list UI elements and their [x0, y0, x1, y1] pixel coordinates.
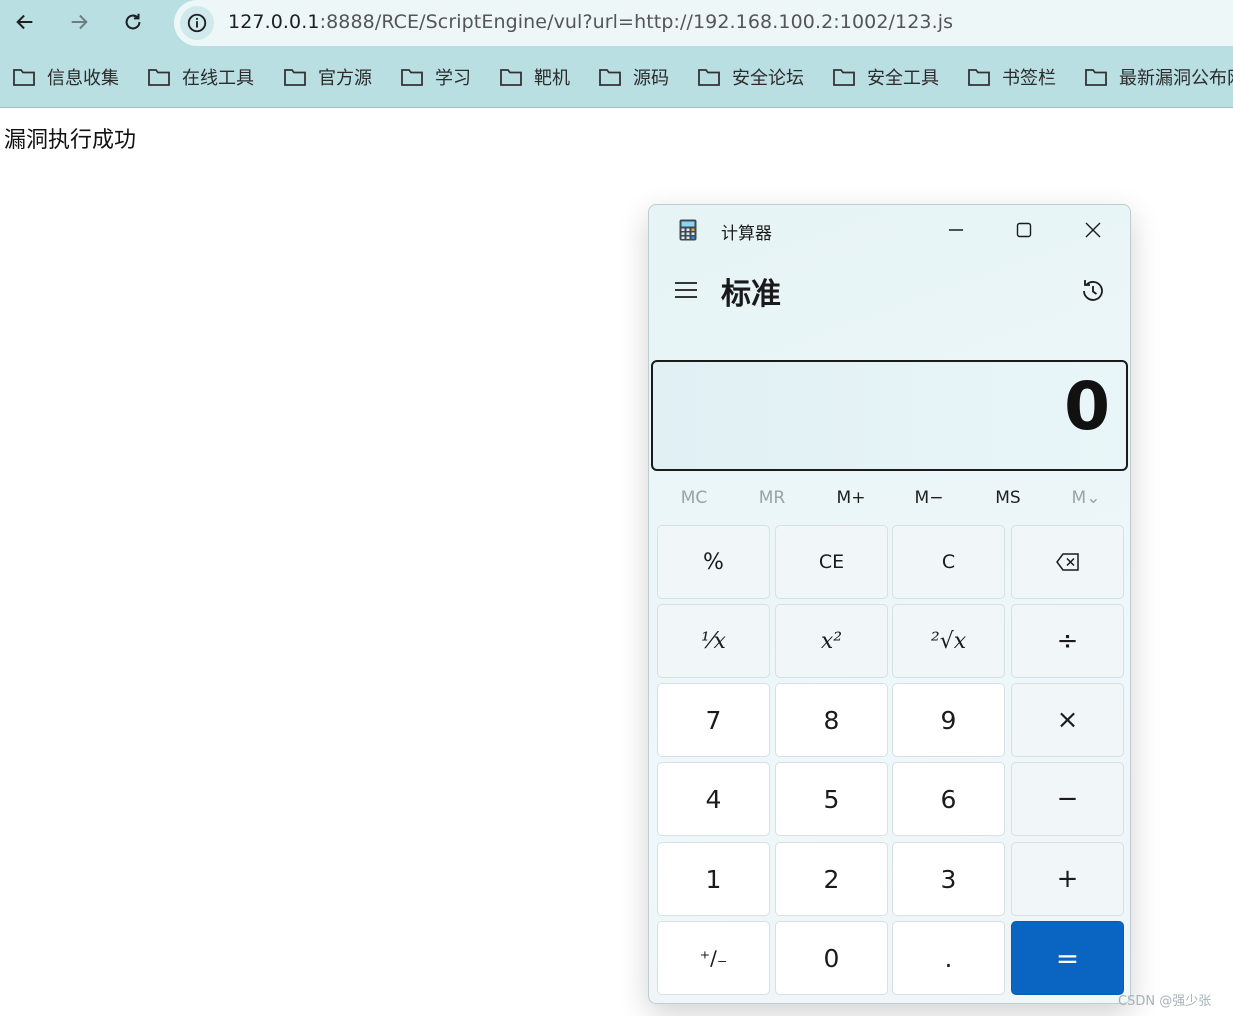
bookmark-folder[interactable]: 学习 [400, 65, 471, 89]
bookmark-folder[interactable]: 书签栏 [967, 65, 1056, 89]
bookmark-label: 学习 [435, 68, 471, 89]
memory-store-button[interactable]: MS [969, 483, 1047, 513]
bookmark-folder[interactable]: 安全工具 [832, 65, 939, 89]
negate-key[interactable]: ⁺∕₋ [657, 921, 770, 995]
minimize-icon [949, 229, 963, 231]
maximize-button[interactable] [1001, 213, 1047, 247]
digit-3-key[interactable]: 3 [892, 842, 1005, 916]
reload-button[interactable] [116, 7, 150, 37]
memory-recall-button[interactable]: MR [733, 483, 811, 513]
folder-icon [13, 69, 35, 86]
folder-icon [284, 69, 306, 86]
arrow-left-icon [16, 14, 33, 30]
calculator-titlebar[interactable]: 计算器 [649, 205, 1130, 253]
hamburger-icon [675, 282, 697, 298]
url-text[interactable]: 127.0.0.1:8888/RCE/ScriptEngine/vul?url=… [228, 11, 953, 33]
bookmark-folder[interactable]: 官方源 [283, 65, 372, 89]
bookmark-folder[interactable]: 在线工具 [147, 65, 254, 89]
calculator-mode-title: 标准 [721, 277, 781, 312]
bookmark-folder[interactable]: 信息收集 [12, 65, 119, 89]
folder-icon [500, 69, 522, 86]
digit-9-key[interactable]: 9 [892, 683, 1005, 757]
minimize-button[interactable] [933, 213, 979, 247]
site-info-button[interactable] [180, 6, 214, 40]
reciprocal-key[interactable]: ⅟x [657, 604, 770, 678]
digit-4-key[interactable]: 4 [657, 762, 770, 836]
reload-icon [125, 13, 141, 30]
digit-5-key[interactable]: 5 [775, 762, 888, 836]
url-host: 127.0.0.1 [228, 11, 320, 33]
memory-row: MC MR M+ M− MS M⌄ [655, 483, 1125, 513]
arrow-right-icon [71, 14, 88, 30]
watermark: CSDN @强少张 [1118, 994, 1212, 1009]
maximize-icon [1016, 222, 1032, 238]
bookmark-label: 最新漏洞公布网 [1119, 68, 1233, 89]
clear-key[interactable]: C [892, 525, 1005, 599]
display-value: 0 [1064, 368, 1110, 445]
bookmark-label: 官方源 [318, 68, 372, 89]
close-icon [1085, 222, 1101, 238]
backspace-icon [1055, 553, 1079, 571]
back-button[interactable] [8, 7, 42, 37]
reciprocal-label: ⅟x [701, 628, 726, 654]
memory-add-button[interactable]: M+ [812, 483, 890, 513]
calculator-window: 计算器 标准 0 MC MR M+ M− MS M⌄ % CE C ⅟x x² … [648, 204, 1131, 1004]
folder-icon [833, 69, 855, 86]
memory-clear-button[interactable]: MC [655, 483, 733, 513]
square-root-key[interactable]: ²√x [892, 604, 1005, 678]
bookmark-label: 书签栏 [1002, 68, 1056, 89]
multiply-key[interactable]: × [1011, 683, 1124, 757]
digit-2-key[interactable]: 2 [775, 842, 888, 916]
digit-0-key[interactable]: 0 [775, 921, 888, 995]
square-root-label: ²√x [930, 628, 967, 654]
backspace-key[interactable] [1011, 525, 1124, 599]
divide-key[interactable]: ÷ [1011, 604, 1124, 678]
close-button[interactable] [1070, 213, 1116, 247]
address-bar[interactable]: 127.0.0.1:8888/RCE/ScriptEngine/vul?url=… [174, 0, 1233, 46]
memory-list-button[interactable]: M⌄ [1047, 483, 1125, 513]
decimal-key[interactable]: . [892, 921, 1005, 995]
window-title: 计算器 [721, 224, 772, 244]
square-label: x² [820, 628, 843, 654]
navigation-menu-button[interactable] [671, 275, 701, 305]
bookmark-label: 在线工具 [182, 68, 254, 89]
history-icon [1083, 280, 1103, 301]
bookmark-folder[interactable]: 安全论坛 [697, 65, 804, 89]
bookmark-label: 安全工具 [867, 68, 939, 89]
page-message: 漏洞执行成功 [4, 128, 137, 153]
subtract-key[interactable]: − [1011, 762, 1124, 836]
bookmark-label: 信息收集 [47, 68, 119, 89]
percent-key[interactable]: % [657, 525, 770, 599]
add-key[interactable]: + [1011, 842, 1124, 916]
url-path: :8888/RCE/ScriptEngine/vul?url=http://19… [319, 11, 954, 33]
digit-7-key[interactable]: 7 [657, 683, 770, 757]
browser-toolbar: 127.0.0.1:8888/RCE/ScriptEngine/vul?url=… [0, 0, 1233, 46]
folder-icon [698, 69, 720, 86]
digit-8-key[interactable]: 8 [775, 683, 888, 757]
bookmark-label: 安全论坛 [732, 68, 804, 89]
digit-1-key[interactable]: 1 [657, 842, 770, 916]
folder-icon [401, 69, 423, 86]
memory-subtract-button[interactable]: M− [890, 483, 968, 513]
forward-button[interactable] [62, 7, 96, 37]
info-icon [187, 13, 207, 33]
folder-icon [1085, 69, 1107, 86]
bookmark-label: 源码 [633, 68, 669, 89]
folder-icon [148, 69, 170, 86]
clear-entry-key[interactable]: CE [775, 525, 888, 599]
bookmark-folder[interactable]: 靶机 [499, 65, 570, 89]
folder-icon [968, 69, 990, 86]
bookmark-label: 靶机 [534, 68, 570, 89]
calculator-display: 0 [651, 360, 1128, 471]
folder-icon [599, 69, 621, 86]
equals-key[interactable]: = [1011, 921, 1124, 995]
square-key[interactable]: x² [775, 604, 888, 678]
history-button[interactable] [1077, 275, 1109, 307]
bookmark-folder[interactable]: 最新漏洞公布网 [1084, 65, 1233, 89]
calculator-app-icon [679, 219, 697, 241]
digit-6-key[interactable]: 6 [892, 762, 1005, 836]
bookmarks-bar: 信息收集 在线工具 官方源 学习 靶机 源码 安全论坛 安全工具 书签栏 最新漏… [0, 46, 1233, 108]
bookmark-folder[interactable]: 源码 [598, 65, 669, 89]
